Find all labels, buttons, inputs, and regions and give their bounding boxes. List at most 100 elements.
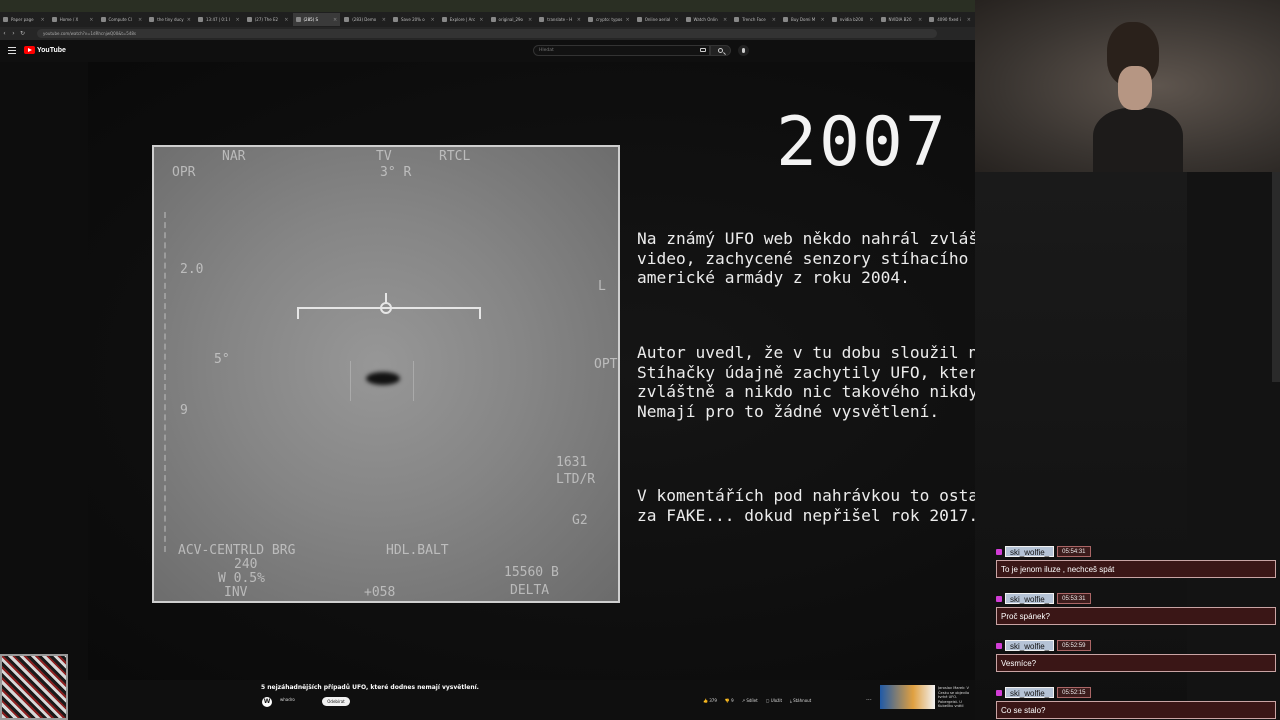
close-tab-icon[interactable]: × [772, 17, 776, 23]
hud-label: 15560 B [504, 565, 559, 580]
browser-tab[interactable]: NVIDIA B20 × [878, 13, 926, 26]
video-year-caption: 2007 [776, 103, 948, 182]
chat-message: ski_wolfie_ 05:52:15 Co se stalo? [996, 687, 1276, 719]
close-tab-icon[interactable]: × [138, 17, 142, 23]
hud-label: 3° R [380, 165, 412, 180]
close-tab-icon[interactable]: × [626, 17, 630, 23]
hud-label: L [598, 279, 606, 294]
favicon-icon [393, 17, 398, 22]
browser-tab[interactable]: translate - H × [536, 13, 584, 26]
channel-avatar[interactable]: W [262, 697, 272, 707]
channel-name[interactable]: whadro [280, 697, 295, 702]
youtube-play-icon [24, 46, 35, 54]
browser-tab[interactable]: Buy Domi M × [780, 13, 828, 26]
close-tab-icon[interactable]: × [284, 17, 288, 23]
chat-message: ski_wolfie_ 05:52:59 Vesmíce? [996, 640, 1276, 672]
close-tab-icon[interactable]: × [187, 17, 191, 23]
chat-message-text: To je jenom iluze , nechceš spát [996, 560, 1276, 578]
browser-tab[interactable]: Explore | Arc × [439, 13, 487, 26]
chat-message: ski_wolfie_ 05:53:31 Proč spánek? [996, 593, 1276, 625]
hud-label: RTCL [439, 149, 471, 164]
subscribe-button[interactable]: Odebírat [322, 697, 350, 706]
chat-message-header: ski_wolfie_ 05:52:15 [996, 687, 1276, 698]
browser-tab[interactable]: Watch Onlin × [683, 13, 731, 26]
dislike-button[interactable]: 👎 9 [725, 698, 734, 703]
browser-tab-bar: Paper page × Home / X × Compute Cl × the tiny … [0, 12, 975, 27]
search-button[interactable] [710, 45, 731, 56]
back-icon[interactable]: ‹ [0, 30, 9, 37]
close-tab-icon[interactable]: × [821, 17, 825, 23]
browser-tab[interactable]: Online aerial × [634, 13, 682, 26]
chat-badge-icon [996, 689, 1002, 696]
reload-icon[interactable]: ↻ [18, 30, 27, 37]
browser-tab[interactable]: Compute Cl × [98, 13, 146, 26]
close-tab-icon[interactable]: × [918, 17, 922, 23]
browser-tab[interactable]: original_29o × [488, 13, 536, 26]
close-tab-icon[interactable]: × [431, 17, 435, 23]
close-tab-icon[interactable]: × [89, 17, 93, 23]
more-options-icon[interactable]: ··· [866, 697, 872, 704]
chat-timestamp: 05:52:15 [1057, 687, 1091, 698]
browser-tab[interactable]: nvidia b200 × [829, 13, 877, 26]
hud-label: ACV-CENTRLD BRG [178, 543, 296, 558]
browser-tab-label: Trench Face [742, 17, 766, 22]
favicon-icon [636, 17, 642, 22]
browser-tab[interactable]: crypto: typos × [585, 13, 633, 26]
browser-tab[interactable]: 13:47 | 0:1 I × [195, 13, 243, 26]
browser-tab[interactable]: (27) The E2 × [244, 13, 292, 26]
favicon-icon [3, 17, 8, 22]
save-button[interactable]: ▢ Uložit [766, 698, 782, 703]
voice-search-button[interactable] [738, 45, 749, 56]
like-count: 379 [709, 698, 717, 703]
browser-tab-label: Explore | Arc [449, 17, 476, 22]
chat-message-header: ski_wolfie_ 05:53:31 [996, 593, 1276, 604]
share-label: Sdílet [746, 698, 758, 703]
close-tab-icon[interactable]: × [967, 17, 971, 23]
favicon-icon [344, 17, 350, 22]
chat-badge-icon [996, 548, 1002, 555]
close-tab-icon[interactable]: × [333, 17, 337, 23]
browser-tab[interactable]: Home / X × [49, 13, 97, 26]
hud-label: OPR [172, 165, 196, 180]
hamburger-menu-icon[interactable] [8, 47, 16, 54]
keyboard-icon[interactable] [700, 48, 706, 52]
video-info-bar [0, 680, 975, 720]
browser-tab[interactable]: (283) Demo × [341, 13, 389, 26]
close-tab-icon[interactable]: × [41, 17, 45, 23]
download-button[interactable]: ⤓ Stáhnout [790, 698, 811, 703]
browser-tab-label: original_29o [498, 17, 524, 22]
share-button[interactable]: ↗ Sdílet [742, 698, 758, 703]
like-button[interactable]: 👍 379 [703, 698, 717, 703]
close-tab-icon[interactable]: × [723, 17, 727, 23]
browser-tab[interactable]: 4090 fixed i × [926, 13, 974, 26]
youtube-logo[interactable]: YouTube [24, 46, 66, 54]
hud-label: HDL.BALT [386, 543, 449, 558]
hud-label: NAR [222, 149, 246, 164]
close-tab-icon[interactable]: × [577, 17, 581, 23]
browser-tab-label: translate - H [547, 17, 573, 22]
favicon-icon [246, 17, 252, 22]
url-field[interactable]: youtube.com/watch?v=1dRhcnjwQ00&t=548s [37, 29, 937, 38]
side-scrollbar[interactable] [1272, 172, 1280, 382]
close-tab-icon[interactable]: × [479, 17, 483, 23]
search-input[interactable]: Hledat [533, 45, 710, 56]
browser-tab[interactable]: Save 20% o × [390, 13, 438, 26]
browser-tab[interactable]: (285) S × [292, 13, 341, 26]
close-tab-icon[interactable]: × [382, 17, 386, 23]
recommended-video-thumbnail[interactable] [880, 685, 935, 709]
browser-tab[interactable]: the tiny ducy × [146, 13, 194, 26]
hud-label: TV [376, 149, 392, 164]
hud-label: 5° [214, 352, 230, 367]
close-tab-icon[interactable]: × [869, 17, 873, 23]
favicon-icon [929, 17, 935, 22]
browser-tab[interactable]: Trench Face × [731, 13, 779, 26]
chat-message-text: Co se stalo? [996, 701, 1276, 719]
close-tab-icon[interactable]: × [674, 17, 678, 23]
chat-message-header: ski_wolfie_ 05:52:59 [996, 640, 1276, 651]
close-tab-icon[interactable]: × [528, 17, 532, 23]
recommended-video-title[interactable]: Jaroslav Marek: V Česku se objevilo tvrh… [938, 686, 978, 708]
close-tab-icon[interactable]: × [236, 17, 240, 23]
forward-icon[interactable]: › [9, 30, 18, 37]
browser-tab-label: Paper page [11, 17, 34, 22]
browser-tab[interactable]: Paper page × [0, 13, 48, 26]
